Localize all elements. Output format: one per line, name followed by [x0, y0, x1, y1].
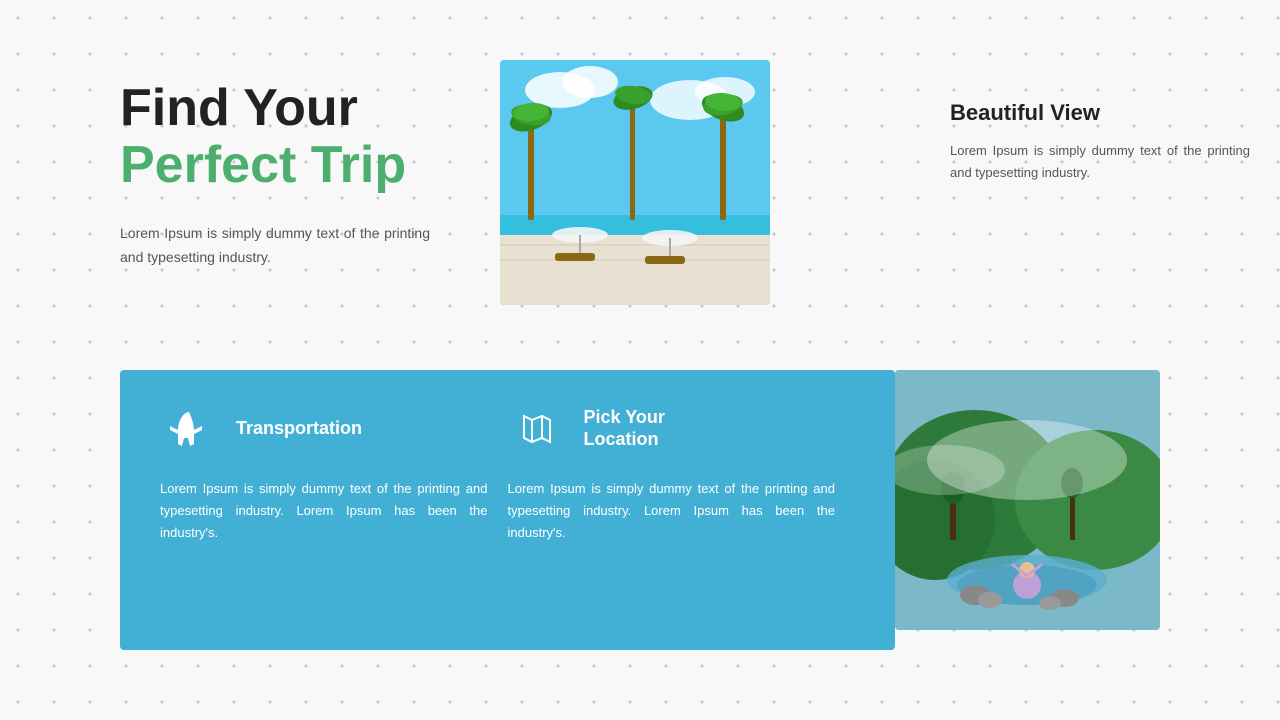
- pick-location-block: Pick YourLocation: [508, 400, 856, 458]
- pick-location-description: Lorem Ipsum is simply dummy text of the …: [508, 478, 856, 544]
- hero-text-block: Find Your Perfect Trip Lorem Ipsum is si…: [0, 60, 490, 350]
- spacer: [780, 60, 900, 350]
- bottom-section: Transportation Pick YourLocation: [120, 370, 1160, 650]
- hero-title-line2: Perfect Trip: [120, 137, 450, 194]
- transportation-label: Transportation: [236, 418, 362, 440]
- nature-image: [895, 370, 1160, 630]
- hero-title-line1: Find Your: [120, 80, 450, 137]
- top-section: Find Your Perfect Trip Lorem Ipsum is si…: [0, 0, 1280, 370]
- content-wrapper: Find Your Perfect Trip Lorem Ipsum is si…: [0, 0, 1280, 720]
- pick-location-label: Pick YourLocation: [584, 407, 665, 450]
- blue-card-icons-row: Transportation Pick YourLocation: [160, 400, 855, 458]
- blue-card-texts-row: Lorem Ipsum is simply dummy text of the …: [160, 478, 855, 544]
- transportation-description: Lorem Ipsum is simply dummy text of the …: [160, 478, 508, 544]
- beautiful-view-block: Beautiful View Lorem Ipsum is simply dum…: [900, 60, 1280, 350]
- map-icon: [508, 400, 566, 458]
- resort-image: [500, 60, 770, 305]
- plane-icon: [160, 400, 218, 458]
- beautiful-view-text: Lorem Ipsum is simply dummy text of the …: [950, 140, 1250, 184]
- center-image-wrapper: [490, 60, 780, 350]
- transportation-block: Transportation: [160, 400, 508, 458]
- beautiful-view-title: Beautiful View: [950, 100, 1250, 126]
- blue-card: Transportation Pick YourLocation: [120, 370, 895, 650]
- hero-description: Lorem Ipsum is simply dummy text of the …: [120, 222, 430, 270]
